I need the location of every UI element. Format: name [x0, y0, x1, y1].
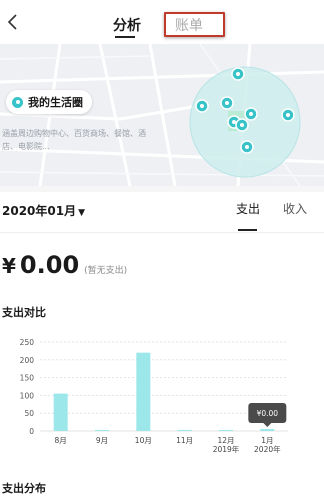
- chart-bar: [53, 393, 68, 431]
- tab-active-indicator: [115, 36, 135, 38]
- month-label: 2020年01月: [2, 204, 77, 218]
- chart-svg: 0 50 100 150 200 250 8月 9月 10月 11月 12月2019年 1月2020年…: [20, 338, 288, 454]
- tab-bills[interactable]: 账单: [175, 15, 203, 35]
- chart-bar: [219, 429, 233, 431]
- map-background: [0, 44, 324, 186]
- life-circle-label: 我的生活圈: [28, 96, 83, 109]
- y-tick-label: 0: [29, 427, 34, 436]
- chart-tooltip-arrow: [263, 423, 272, 427]
- chart-tooltip-label: ¥0.00: [257, 409, 279, 418]
- month-row: 2020年01月 ▼ 支出 收入: [0, 192, 324, 232]
- chart-bar: [95, 429, 109, 431]
- chart-bar: [136, 352, 151, 431]
- life-circle-map[interactable]: 我的生活圈 涵盖周边购物中心、百货商场、餐馆、酒店、电影院...: [0, 44, 324, 186]
- x-tick-label: 12月: [217, 436, 234, 445]
- y-tick-label: 50: [24, 409, 34, 418]
- currency-symbol: ¥: [2, 254, 16, 278]
- divider: [0, 232, 324, 233]
- chart-bar: [260, 429, 275, 431]
- tab-expense[interactable]: 支出: [236, 200, 260, 217]
- y-tick-label: 100: [20, 391, 35, 400]
- nav-bar: 分析 账单: [0, 0, 324, 44]
- y-tick-label: 150: [20, 374, 35, 383]
- tab-analysis[interactable]: 分析: [113, 15, 141, 35]
- tab-income[interactable]: 收入: [283, 200, 307, 217]
- amount-value: 0.00: [19, 251, 80, 279]
- x-tick-label: 2019年: [213, 444, 240, 454]
- month-selector[interactable]: 2020年01月 ▼: [2, 202, 85, 219]
- life-circle-button[interactable]: 我的生活圈: [6, 90, 92, 114]
- x-tick-label: 2020年: [254, 444, 281, 454]
- x-tick-label: 8月: [55, 436, 67, 445]
- segment-active-indicator: [238, 229, 257, 231]
- map-description: 涵盖周边购物中心、百货商场、餐馆、酒店、电影院...: [2, 129, 146, 151]
- x-tick-label: 10月: [135, 436, 152, 445]
- x-tick-label: 11月: [176, 436, 193, 445]
- chart-bar: [177, 429, 192, 431]
- chevron-down-icon: ▼: [78, 208, 86, 218]
- y-tick-label: 250: [20, 338, 35, 347]
- chevron-left-icon[interactable]: [4, 12, 24, 32]
- comparison-title: 支出对比: [2, 306, 46, 319]
- amount-note: (暂无支出): [84, 266, 128, 276]
- location-pin-icon: [12, 96, 23, 108]
- expense-total: ¥ 0.00 (暂无支出): [2, 251, 127, 285]
- y-tick-label: 200: [20, 356, 35, 365]
- expense-comparison-chart: 0 50 100 150 200 250 8月 9月 10月 11月 12月 2019年 1月 2020年…: [0, 330, 324, 470]
- x-tick-label: 1月: [261, 436, 273, 445]
- distribution-title: 支出分布: [2, 482, 46, 495]
- x-tick-label: 9月: [96, 436, 108, 445]
